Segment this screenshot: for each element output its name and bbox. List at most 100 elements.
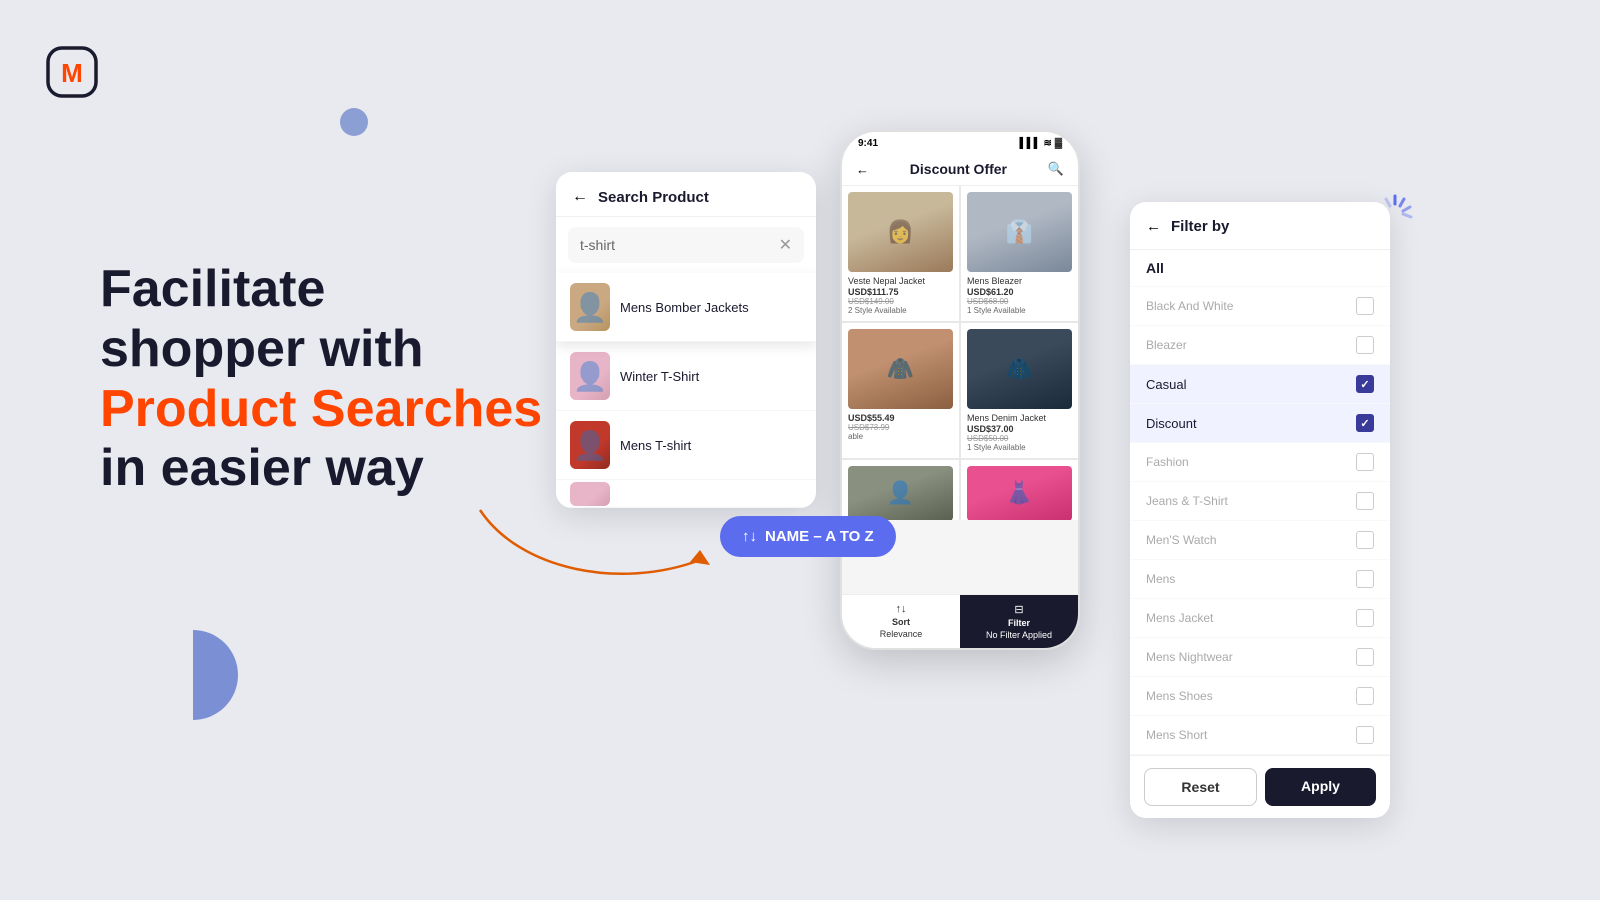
filter-label-mens: Mens	[1146, 572, 1175, 586]
filter-item-bw[interactable]: Black And White	[1130, 287, 1390, 326]
apply-button[interactable]: Apply	[1265, 768, 1376, 806]
phone-header-title: Discount Offer	[910, 161, 1007, 177]
search-back-icon[interactable]: ←	[572, 188, 588, 206]
hero-section: Facilitate shopper with Product Searches…	[100, 260, 580, 499]
checkbox-fashion[interactable]	[1356, 453, 1374, 471]
filter-label-mensjacket: Mens Jacket	[1146, 611, 1213, 625]
product-old-price-4: USD$50.00	[967, 434, 1072, 443]
filter-btn-sub: No Filter Applied	[986, 630, 1052, 640]
sort-icon: ↑↓	[742, 528, 757, 545]
checkbox-discount[interactable]	[1356, 414, 1374, 432]
search-result-item[interactable]: 👤 Winter T-Shirt	[556, 342, 816, 411]
product-avail-3: able	[848, 432, 953, 441]
search-clear-icon[interactable]: ✕	[779, 235, 792, 255]
filter-label-menswatch: Men'S Watch	[1146, 533, 1217, 547]
sort-label: NAME – A TO Z	[765, 528, 874, 545]
phone-mockup: 9:41 ▌▌▌ ≋ ▓ ← Discount Offer 🔍 👩 Veste …	[840, 130, 1080, 650]
product-price-4: USD$37.00	[967, 424, 1072, 434]
filter-item-jeans[interactable]: Jeans & T-Shirt	[1130, 482, 1390, 521]
checkbox-bleazer[interactable]	[1356, 336, 1374, 354]
search-result-item[interactable]: 👤 Mens T-shirt	[556, 411, 816, 480]
hero-highlight: Product Searches	[100, 380, 542, 438]
filter-item-all[interactable]: All	[1130, 250, 1390, 287]
svg-text:M: M	[61, 58, 83, 88]
filter-footer: Reset Apply	[1130, 755, 1390, 818]
filter-item-mensjacket[interactable]: Mens Jacket	[1130, 599, 1390, 638]
filter-label-casual: Casual	[1146, 377, 1186, 392]
product-image-4: 🧥	[967, 329, 1072, 409]
filter-label-bw: Black And White	[1146, 299, 1233, 313]
search-result-item[interactable]	[556, 480, 816, 508]
search-result-item[interactable]: 👤 Mens Bomber Jackets	[556, 273, 816, 342]
product-name-2: Mens Bleazer	[967, 276, 1072, 287]
product-card-6[interactable]: 👗	[961, 460, 1078, 520]
product-price-3: USD$55.49	[848, 413, 953, 423]
hero-line3: in easier way	[100, 439, 424, 497]
product-price-2: USD$61.20	[967, 287, 1072, 297]
product-image-2: 👔	[967, 192, 1072, 272]
product-card-2[interactable]: 👔 Mens Bleazer USD$61.20 USD$68.00 1 Sty…	[961, 186, 1078, 321]
checkbox-mensjacket[interactable]	[1356, 609, 1374, 627]
checkbox-mens[interactable]	[1356, 570, 1374, 588]
reset-button[interactable]: Reset	[1144, 768, 1257, 806]
product-card-3[interactable]: 🧥 USD$55.49 USD$73.99 able	[842, 323, 959, 458]
search-input[interactable]: t-shirt	[580, 237, 779, 253]
product-old-price-1: USD$149.00	[848, 297, 953, 306]
filter-header: ← Filter by	[1130, 202, 1390, 250]
phone-filter-button[interactable]: ⊟ Filter No Filter Applied	[960, 595, 1078, 648]
phone-sort-button[interactable]: ↑↓ Sort Relevance	[842, 595, 960, 648]
arrow-decoration	[460, 490, 740, 610]
filter-item-casual[interactable]: Casual	[1130, 365, 1390, 404]
filter-label-mensshort: Mens Short	[1146, 728, 1207, 742]
filter-item-fashion[interactable]: Fashion	[1130, 443, 1390, 482]
filter-btn-icon: ⊟	[1014, 603, 1023, 616]
hero-line1: Facilitate	[100, 260, 325, 318]
checkbox-mensshort[interactable]	[1356, 726, 1374, 744]
phone-time: 9:41	[858, 138, 878, 149]
phone-back-icon[interactable]: ←	[856, 162, 869, 177]
result-label-2: Winter T-Shirt	[620, 369, 699, 384]
filter-btn-label: Filter	[1008, 618, 1030, 628]
hero-line2: shopper with	[100, 320, 424, 378]
product-avail-4: 1 Style Available	[967, 443, 1072, 452]
product-old-price-3: USD$73.99	[848, 423, 953, 432]
sort-pill[interactable]: ↑↓ NAME – A TO Z	[720, 516, 896, 557]
filter-label-discount: Discount	[1146, 416, 1197, 431]
filter-item-bleazer[interactable]: Bleazer	[1130, 326, 1390, 365]
checkbox-casual[interactable]	[1356, 375, 1374, 393]
product-card-1[interactable]: 👩 Veste Nepal Jacket USD$111.75 USD$149.…	[842, 186, 959, 321]
filter-item-discount[interactable]: Discount	[1130, 404, 1390, 443]
product-image-1: 👩	[848, 192, 953, 272]
filter-item-mens[interactable]: Mens	[1130, 560, 1390, 599]
filter-item-menswatch[interactable]: Men'S Watch	[1130, 521, 1390, 560]
filter-title: Filter by	[1171, 218, 1229, 235]
checkbox-mensshoes[interactable]	[1356, 687, 1374, 705]
product-card-4[interactable]: 🧥 Mens Denim Jacket USD$37.00 USD$50.00 …	[961, 323, 1078, 458]
checkbox-menswatch[interactable]	[1356, 531, 1374, 549]
search-panel: ← Search Product t-shirt ✕ 👤 Mens Bomber…	[556, 172, 816, 508]
bg-circle-decoration	[340, 108, 368, 136]
filter-label-bleazer: Bleazer	[1146, 338, 1187, 352]
search-panel-title: Search Product	[598, 189, 709, 206]
checkbox-bw[interactable]	[1356, 297, 1374, 315]
product-image-6: 👗	[967, 466, 1072, 520]
result-label-1: Mens Bomber Jackets	[620, 300, 749, 315]
checkbox-mensnightwear[interactable]	[1356, 648, 1374, 666]
sort-btn-icon: ↑↓	[896, 603, 907, 615]
phone-products-grid: 👩 Veste Nepal Jacket USD$111.75 USD$149.…	[842, 186, 1078, 520]
result-image-2: 👤	[570, 352, 610, 400]
checkbox-jeans[interactable]	[1356, 492, 1374, 510]
phone-search-icon[interactable]: 🔍	[1048, 161, 1064, 177]
bg-half-circle-decoration	[148, 630, 238, 720]
result-label-3: Mens T-shirt	[620, 438, 691, 453]
result-image-3: 👤	[570, 421, 610, 469]
logo[interactable]: M	[44, 40, 100, 96]
filter-label-jeans: Jeans & T-Shirt	[1146, 494, 1228, 508]
product-card-5[interactable]: 👤	[842, 460, 959, 520]
filter-item-mensshort[interactable]: Mens Short	[1130, 716, 1390, 755]
filter-item-mensnightwear[interactable]: Mens Nightwear	[1130, 638, 1390, 677]
product-name-1: Veste Nepal Jacket	[848, 276, 953, 287]
filter-item-mensshoes[interactable]: Mens Shoes	[1130, 677, 1390, 716]
filter-back-icon[interactable]: ←	[1146, 218, 1161, 235]
result-image-1: 👤	[570, 283, 610, 331]
